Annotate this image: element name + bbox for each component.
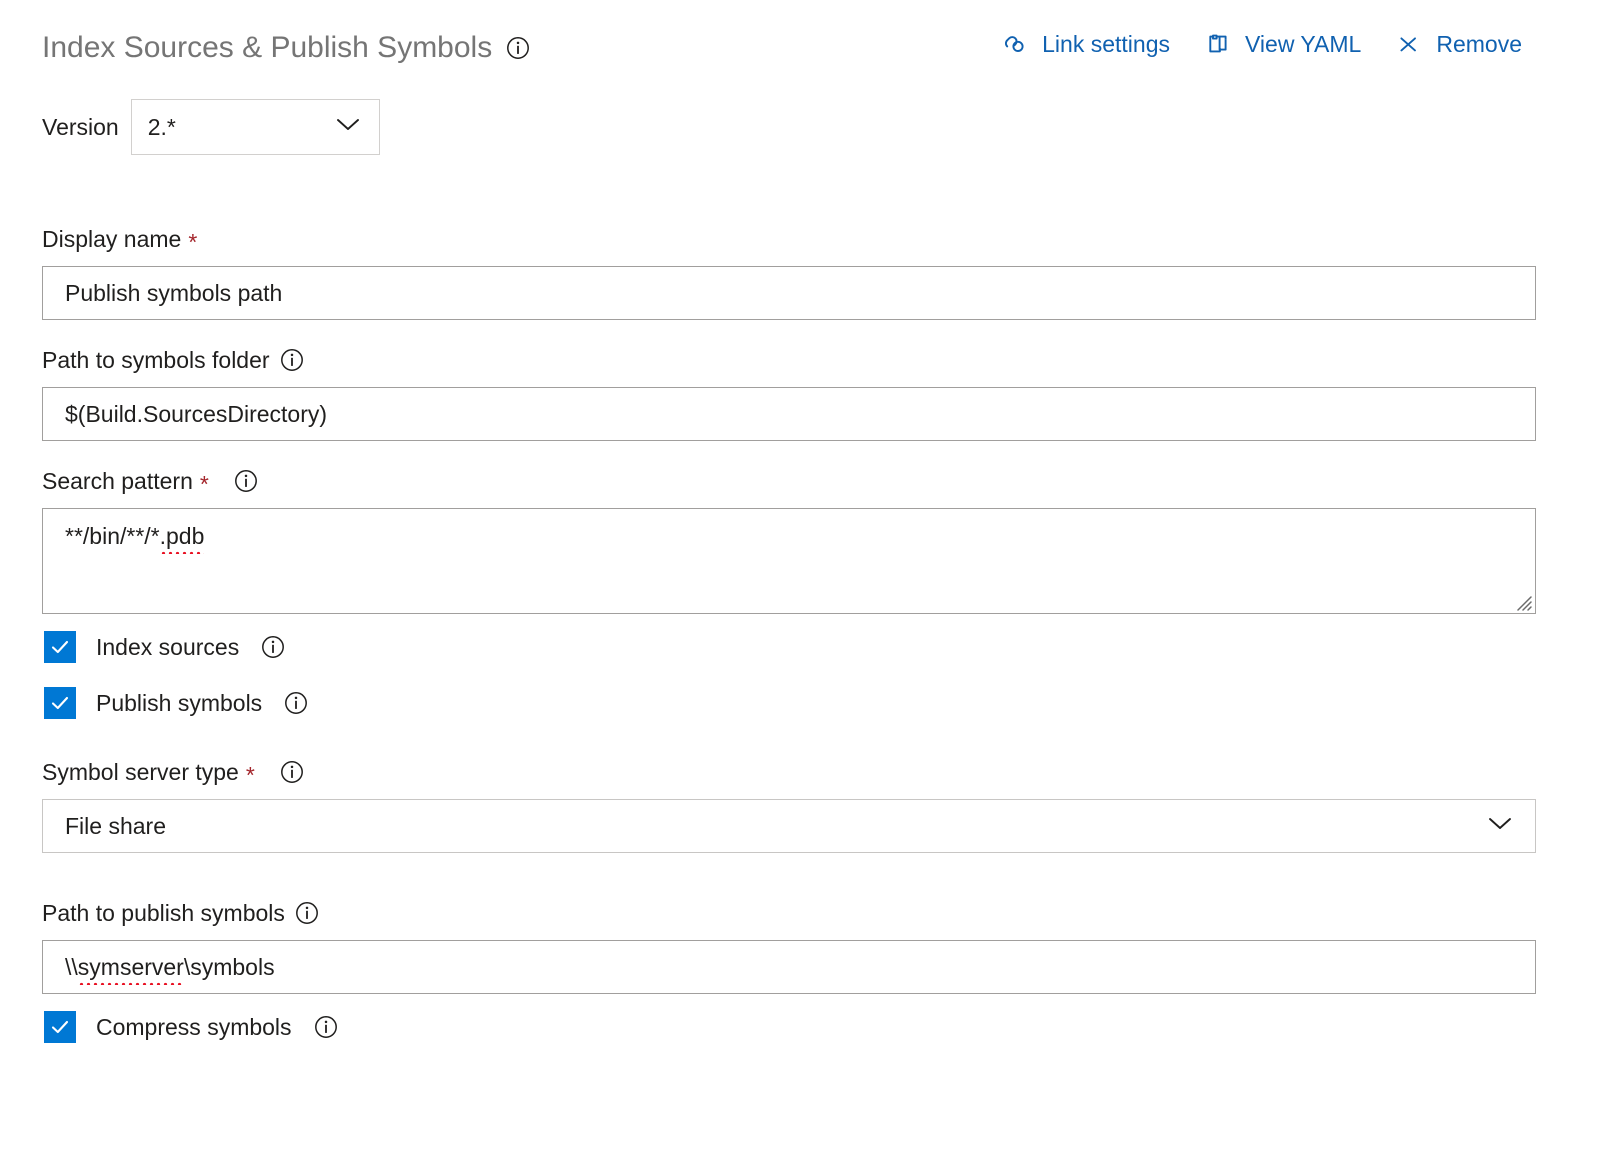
index-sources-checkbox[interactable] (44, 631, 76, 663)
publish-symbols-info-icon[interactable] (284, 691, 308, 715)
display-name-label-row: Display name * (42, 228, 1536, 251)
view-yaml-button[interactable]: View YAML (1204, 30, 1361, 58)
version-dropdown[interactable]: 2.* (131, 99, 380, 155)
version-value: 2.* (132, 114, 176, 141)
publish-path-suffix: \symbols (184, 954, 275, 980)
search-pattern-label: Search pattern (42, 470, 193, 493)
symbols-folder-label-row: Path to symbols folder (42, 348, 1536, 372)
publish-path-input[interactable]: \\symserver\symbols (42, 940, 1536, 994)
display-name-label: Display name (42, 228, 181, 251)
required-marker: * (188, 231, 197, 254)
compress-symbols-checkbox[interactable] (44, 1011, 76, 1043)
link-settings-label: Link settings (1042, 31, 1170, 58)
publish-path-label-row: Path to publish symbols (42, 901, 1536, 925)
panel-header: Index Sources & Publish Symbols (36, 0, 1578, 92)
symbol-server-type-dropdown[interactable]: File share (42, 799, 1536, 853)
publish-symbols-label: Publish symbols (96, 690, 262, 717)
panel-toolbar: Link settings View YAML (1001, 30, 1522, 58)
textarea-resize-handle[interactable] (1513, 592, 1533, 612)
task-editor-panel: Index Sources & Publish Symbols (0, 0, 1614, 1166)
search-pattern-label-row: Search pattern * (42, 469, 1536, 493)
chevron-down-icon (1487, 816, 1513, 837)
chevron-down-icon (335, 117, 361, 138)
publish-path-info-icon[interactable] (295, 901, 319, 925)
remove-label: Remove (1436, 31, 1522, 58)
search-pattern-value: **/bin/**/*.pdb (43, 509, 1535, 550)
close-icon (1395, 30, 1423, 58)
required-marker: * (246, 764, 255, 787)
task-settings-form: Display name * Path to symbols folder Se… (42, 228, 1536, 1050)
compress-symbols-info-icon[interactable] (314, 1015, 338, 1039)
search-pattern-textarea[interactable]: **/bin/**/*.pdb (42, 508, 1536, 614)
publish-path-label: Path to publish symbols (42, 902, 285, 925)
symbols-folder-input[interactable] (42, 387, 1536, 441)
index-sources-label: Index sources (96, 634, 239, 661)
symbol-server-type-label: Symbol server type (42, 761, 239, 784)
clipboard-icon (1204, 30, 1232, 58)
title-group: Index Sources & Publish Symbols (42, 30, 530, 66)
search-pattern-value-head: **/bin/**/* (65, 523, 160, 549)
search-pattern-info-icon[interactable] (234, 469, 258, 493)
view-yaml-label: View YAML (1245, 31, 1361, 58)
compress-symbols-label: Compress symbols (96, 1014, 292, 1041)
index-sources-row: Index sources (44, 624, 1536, 670)
symbol-server-type-info-icon[interactable] (280, 760, 304, 784)
symbols-folder-info-icon[interactable] (280, 348, 304, 372)
display-name-input[interactable] (42, 266, 1536, 320)
publish-symbols-checkbox[interactable] (44, 687, 76, 719)
symbol-server-type-value: File share (43, 813, 166, 840)
link-settings-button[interactable]: Link settings (1001, 30, 1170, 58)
index-sources-info-icon[interactable] (261, 635, 285, 659)
version-label: Version (42, 114, 119, 141)
page-title: Index Sources & Publish Symbols (42, 30, 492, 66)
search-pattern-value-misspelled: .pdb (160, 523, 205, 550)
title-info-icon[interactable] (506, 36, 530, 60)
compress-symbols-row: Compress symbols (44, 1004, 1536, 1050)
remove-button[interactable]: Remove (1395, 30, 1522, 58)
link-icon (1001, 30, 1029, 58)
publish-path-prefix: \\ (65, 954, 78, 980)
symbol-server-type-label-row: Symbol server type * (42, 760, 1536, 784)
symbols-folder-label: Path to symbols folder (42, 349, 270, 372)
publish-symbols-row: Publish symbols (44, 680, 1536, 726)
publish-path-misspelled: symserver (78, 954, 184, 981)
publish-path-value: \\symserver\symbols (65, 954, 275, 981)
required-marker: * (200, 473, 209, 496)
version-row: Version 2.* (42, 99, 380, 155)
